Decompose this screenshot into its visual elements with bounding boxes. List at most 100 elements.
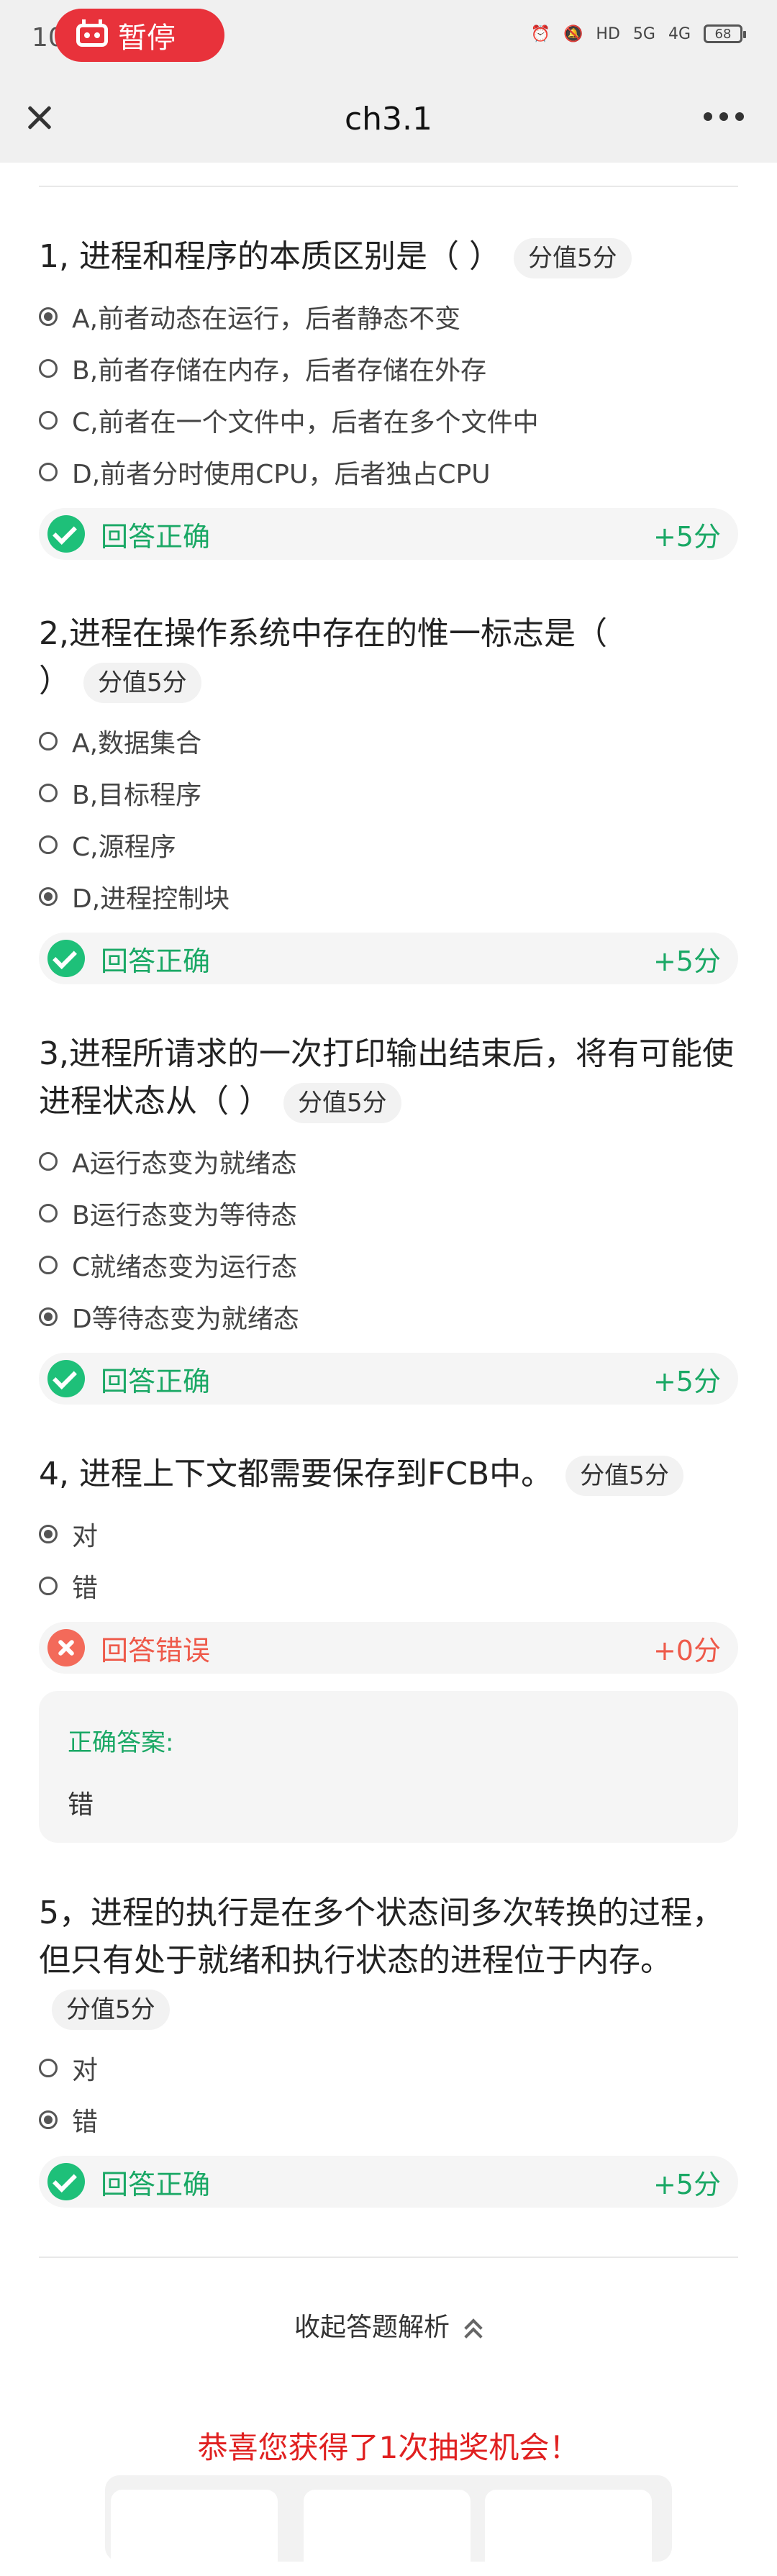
result-text: 回答正确 xyxy=(101,1365,211,1397)
option[interactable]: C,前者在一个文件中，后者在多个文件中 xyxy=(39,394,738,446)
hd-icon: HD xyxy=(596,24,620,43)
result-bar: 回答正确 +5分 xyxy=(39,933,738,984)
result-score: +5分 xyxy=(653,1365,721,1397)
question-title: 2,进程在操作系统中存在的惟一标志是（ ）分值5分 xyxy=(39,610,629,705)
radio-icon xyxy=(39,835,58,854)
more-menu-icon[interactable] xyxy=(704,112,744,121)
option-label: C,源程序 xyxy=(72,833,176,862)
check-circle-icon xyxy=(47,940,85,977)
option[interactable]: B,前者存储在内存，后者存储在外存 xyxy=(39,343,738,394)
option[interactable]: D,进程控制块 xyxy=(39,871,738,922)
cross-circle-icon xyxy=(47,1629,85,1666)
lottery-cards xyxy=(105,2475,672,2576)
question-card: 1, 进程和程序的本质区别是（ ） 分值5分 A,前者动态在运行，后者静态不变 B… xyxy=(39,233,738,560)
radio-icon xyxy=(39,1256,58,1274)
correct-answer-box: 正确答案: 错 xyxy=(39,1691,738,1843)
lottery-message: 恭喜您获得了1次抽奖机会！ xyxy=(197,2430,580,2465)
result-text: 回答正确 xyxy=(101,945,211,977)
pause-button[interactable]: 暂停 xyxy=(55,9,224,62)
radio-icon xyxy=(39,784,58,802)
option[interactable]: 对 xyxy=(39,2042,738,2094)
option[interactable]: B运行态变为等待态 xyxy=(39,1187,738,1239)
score-badge: 分值5分 xyxy=(565,1456,683,1496)
option[interactable]: 错 xyxy=(39,1560,738,1612)
option-label: D等待态变为就绪态 xyxy=(72,1305,299,1334)
lottery-card[interactable] xyxy=(304,2490,471,2576)
option[interactable]: D等待态变为就绪态 xyxy=(39,1291,738,1343)
question-card: 5，进程的执行是在多个状态间多次转换的过程，但只有处于就绪和执行状态的进程位于内… xyxy=(39,1890,738,2208)
radio-icon xyxy=(39,411,58,430)
radio-icon xyxy=(39,732,58,750)
collapse-analysis-button[interactable]: 收起答题解析 xyxy=(0,2306,777,2344)
radio-icon xyxy=(39,1577,58,1595)
result-score: +5分 xyxy=(653,520,721,553)
status-icons: ⏰ 🔕 HD 5G 4G 68 xyxy=(530,24,746,43)
radio-icon xyxy=(39,1204,58,1223)
double-chevron-up-icon xyxy=(463,2318,483,2339)
score-badge: 分值5分 xyxy=(513,238,632,278)
option-label: 错 xyxy=(72,1574,99,1603)
nav-bar: ch3.1 xyxy=(0,72,777,163)
radio-icon xyxy=(39,463,58,481)
result-bar: 回答正确 +5分 xyxy=(39,1353,738,1405)
alarm-icon: ⏰ xyxy=(530,24,551,43)
option[interactable]: A运行态变为就绪态 xyxy=(39,1135,738,1187)
radio-icon xyxy=(39,1152,58,1171)
question-text: 4, 进程上下文都需要保存到FCB中。 xyxy=(39,1456,553,1492)
option-label: B,目标程序 xyxy=(72,781,202,810)
option[interactable]: D,前者分时使用CPU，后者独占CPU xyxy=(39,446,738,498)
lottery-card[interactable] xyxy=(111,2490,278,2576)
signal-4g-icon: 4G xyxy=(668,24,691,43)
score-badge: 分值5分 xyxy=(83,663,201,703)
option-label: 对 xyxy=(72,1522,99,1551)
check-circle-icon xyxy=(47,515,85,553)
radio-selected-icon xyxy=(39,1307,58,1326)
correct-answer-value: 错 xyxy=(68,1790,94,1820)
question-title: 5，进程的执行是在多个状态间多次转换的过程，但只有处于就绪和执行状态的进程位于内… xyxy=(39,1890,738,2032)
radio-selected-icon xyxy=(39,887,58,906)
option[interactable]: 对 xyxy=(39,1508,738,1560)
question-title: 3,进程所请求的一次打印输出结束后，将有可能使进程状态从（ ）分值5分 xyxy=(39,1030,738,1125)
option[interactable]: C就绪态变为运行态 xyxy=(39,1239,738,1291)
page-title: ch3.1 xyxy=(344,101,433,137)
option-label: A,数据集合 xyxy=(72,729,202,758)
status-bar: 10 暂停 ⏰ 🔕 HD 5G 4G 68 xyxy=(0,0,777,72)
question-card: 3,进程所请求的一次打印输出结束后，将有可能使进程状态从（ ）分值5分 A运行态… xyxy=(39,1030,738,1405)
radio-selected-icon xyxy=(39,307,58,326)
check-circle-icon xyxy=(47,1360,85,1397)
result-bar: 回答错误 +0分 xyxy=(39,1622,738,1674)
radio-selected-icon xyxy=(39,1525,58,1543)
result-bar: 回答正确 +5分 xyxy=(39,2156,738,2208)
battery-icon: 68 xyxy=(704,24,746,43)
option-label: D,前者分时使用CPU，后者独占CPU xyxy=(72,460,491,489)
question-title: 1, 进程和程序的本质区别是（ ） 分值5分 xyxy=(39,233,738,281)
lottery-card[interactable] xyxy=(485,2490,652,2576)
result-score: +5分 xyxy=(653,945,721,977)
option-label: B,前者存储在内存，后者存储在外存 xyxy=(72,356,487,386)
option[interactable]: A,前者动态在运行，后者静态不变 xyxy=(39,291,738,343)
score-badge: 分值5分 xyxy=(283,1083,401,1123)
radio-icon xyxy=(39,2059,58,2077)
question-card: 2,进程在操作系统中存在的惟一标志是（ ）分值5分 A,数据集合 B,目标程序 … xyxy=(39,610,738,984)
question-text: 1, 进程和程序的本质区别是（ ） xyxy=(39,238,501,275)
option-label: A,前者动态在运行，后者静态不变 xyxy=(72,304,461,334)
top-divider xyxy=(39,186,738,187)
radio-selected-icon xyxy=(39,2110,58,2129)
check-circle-icon xyxy=(47,2163,85,2200)
option[interactable]: B,目标程序 xyxy=(39,767,738,819)
result-text: 回答正确 xyxy=(101,2168,211,2200)
score-badge: 分值5分 xyxy=(52,1990,170,2030)
collapse-label: 收起答题解析 xyxy=(294,2313,450,2342)
option-label: 对 xyxy=(72,2056,99,2085)
option[interactable]: 错 xyxy=(39,2094,738,2146)
option-label: C就绪态变为运行态 xyxy=(72,1253,298,1282)
result-score: +0分 xyxy=(653,1634,721,1666)
result-score: +5分 xyxy=(653,2168,721,2200)
radio-icon xyxy=(39,359,58,378)
option-label: C,前者在一个文件中，后者在多个文件中 xyxy=(72,408,539,437)
question-title: 4, 进程上下文都需要保存到FCB中。 分值5分 xyxy=(39,1451,738,1498)
correct-answer-label: 正确答案: xyxy=(68,1728,174,1757)
option-label: B运行态变为等待态 xyxy=(72,1201,297,1230)
option[interactable]: A,数据集合 xyxy=(39,715,738,767)
option[interactable]: C,源程序 xyxy=(39,819,738,871)
